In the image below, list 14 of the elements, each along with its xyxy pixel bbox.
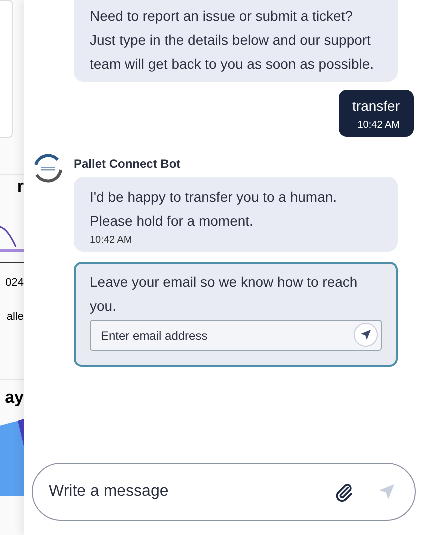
label-text: alle [6,311,24,323]
date-text: 024 [4,277,24,289]
message-text: Leave your email so we know how to reach you. [90,273,359,316]
paperclip-icon[interactable] [334,482,354,502]
message-time: 10:42 AM [356,120,400,131]
message-field[interactable]: Write a message [32,463,416,521]
message-time: 10:42 AM [90,235,134,246]
email-field[interactable]: Enter email address [90,320,382,351]
message-text: transfer [352,97,400,116]
sender-name: Pallet Connect Bot [74,157,181,171]
send-icon [360,329,372,341]
message-text: I'd be happy to transfer you to a human. Please hold for a moment. [90,188,338,231]
message-text: Need to report an issue or submit a ticket? Just type in the details below and our support team will get back to you as soon as possible. [90,7,376,74]
logo-icon [32,153,64,185]
